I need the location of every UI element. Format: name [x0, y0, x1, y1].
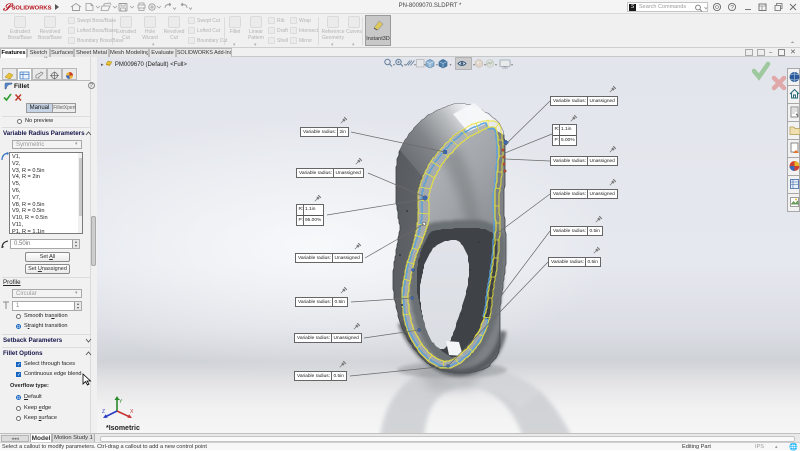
svg-text:▾: ▾ [436, 62, 438, 67]
svg-text:▾: ▾ [484, 62, 486, 67]
svg-text:▾: ▾ [393, 62, 395, 67]
svg-text:▾: ▾ [414, 62, 416, 67]
svg-text:▾: ▾ [495, 62, 497, 67]
svg-text:▾: ▾ [511, 62, 513, 67]
svg-text:X: X [130, 409, 134, 415]
svg-text:Z: Z [102, 409, 105, 415]
svg-text:▾: ▾ [473, 62, 475, 67]
svg-text:SOLIDWORKS: SOLIDWORKS [12, 6, 52, 12]
svg-text:▾: ▾ [424, 62, 426, 67]
svg-text:Y: Y [119, 399, 123, 405]
svg-text:?: ? [730, 4, 734, 11]
svg-text:▾: ▾ [450, 62, 452, 67]
svg-text:▾: ▾ [404, 62, 406, 67]
